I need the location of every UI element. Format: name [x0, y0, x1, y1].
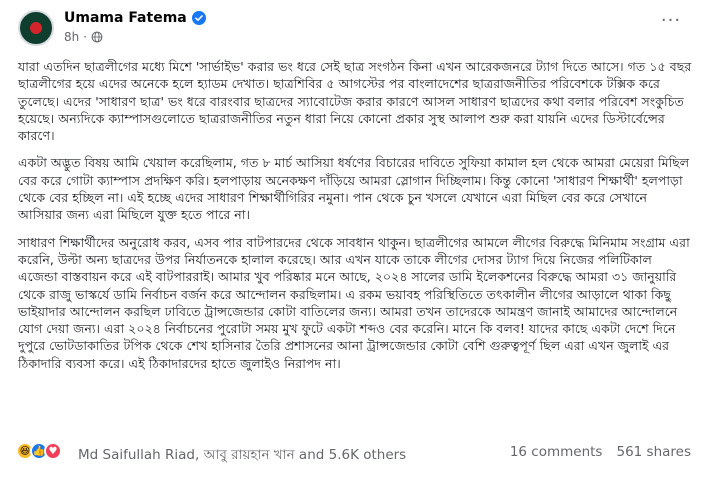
post-header: Umama Fatema 8h · ···: [18, 8, 688, 48]
paragraph-1: যারা এতদিন ছাত্রলীগের মধ্যে মিশে 'সার্ভা…: [18, 59, 692, 144]
post-meta: 8h ·: [64, 30, 103, 44]
reactors-text[interactable]: Md Saifullah Riad, আবু রায়হান খান and 5…: [78, 444, 406, 467]
reaction-icons[interactable]: 😆 👍 ♥: [16, 442, 62, 460]
globe-icon: [91, 31, 103, 43]
paragraph-2: একটা অদ্ভুত বিষয় আমি খেয়াল করেছিলাম, গ…: [18, 155, 690, 223]
post-footer: 😆 👍 ♥ Md Saifullah Riad, আবু রায়হান খান…: [16, 440, 691, 466]
love-reaction-icon: ♥: [44, 442, 62, 460]
shares-count[interactable]: 561 shares: [616, 444, 691, 460]
post-time[interactable]: 8h: [64, 30, 79, 44]
engagement-counts: 16 comments 561 shares: [510, 444, 691, 460]
author-row: Umama Fatema: [64, 10, 206, 26]
author-name[interactable]: Umama Fatema: [64, 10, 187, 26]
avatar[interactable]: [18, 10, 54, 46]
comments-count[interactable]: 16 comments: [510, 444, 603, 460]
paragraph-3: সাধারণ শিক্ষার্থীদের অনুরোধ করব, এসব পার…: [18, 234, 690, 371]
verified-badge-icon: [191, 11, 206, 25]
facebook-post: Umama Fatema 8h · ··· যারা এতদিন ছাত্রলী…: [0, 0, 705, 481]
post-text: যারা এতদিন ছাত্রলীগের মধ্যে মিশে 'সার্ভা…: [18, 58, 692, 382]
separator-dot: ·: [83, 30, 88, 44]
more-options-icon[interactable]: ···: [656, 8, 686, 32]
